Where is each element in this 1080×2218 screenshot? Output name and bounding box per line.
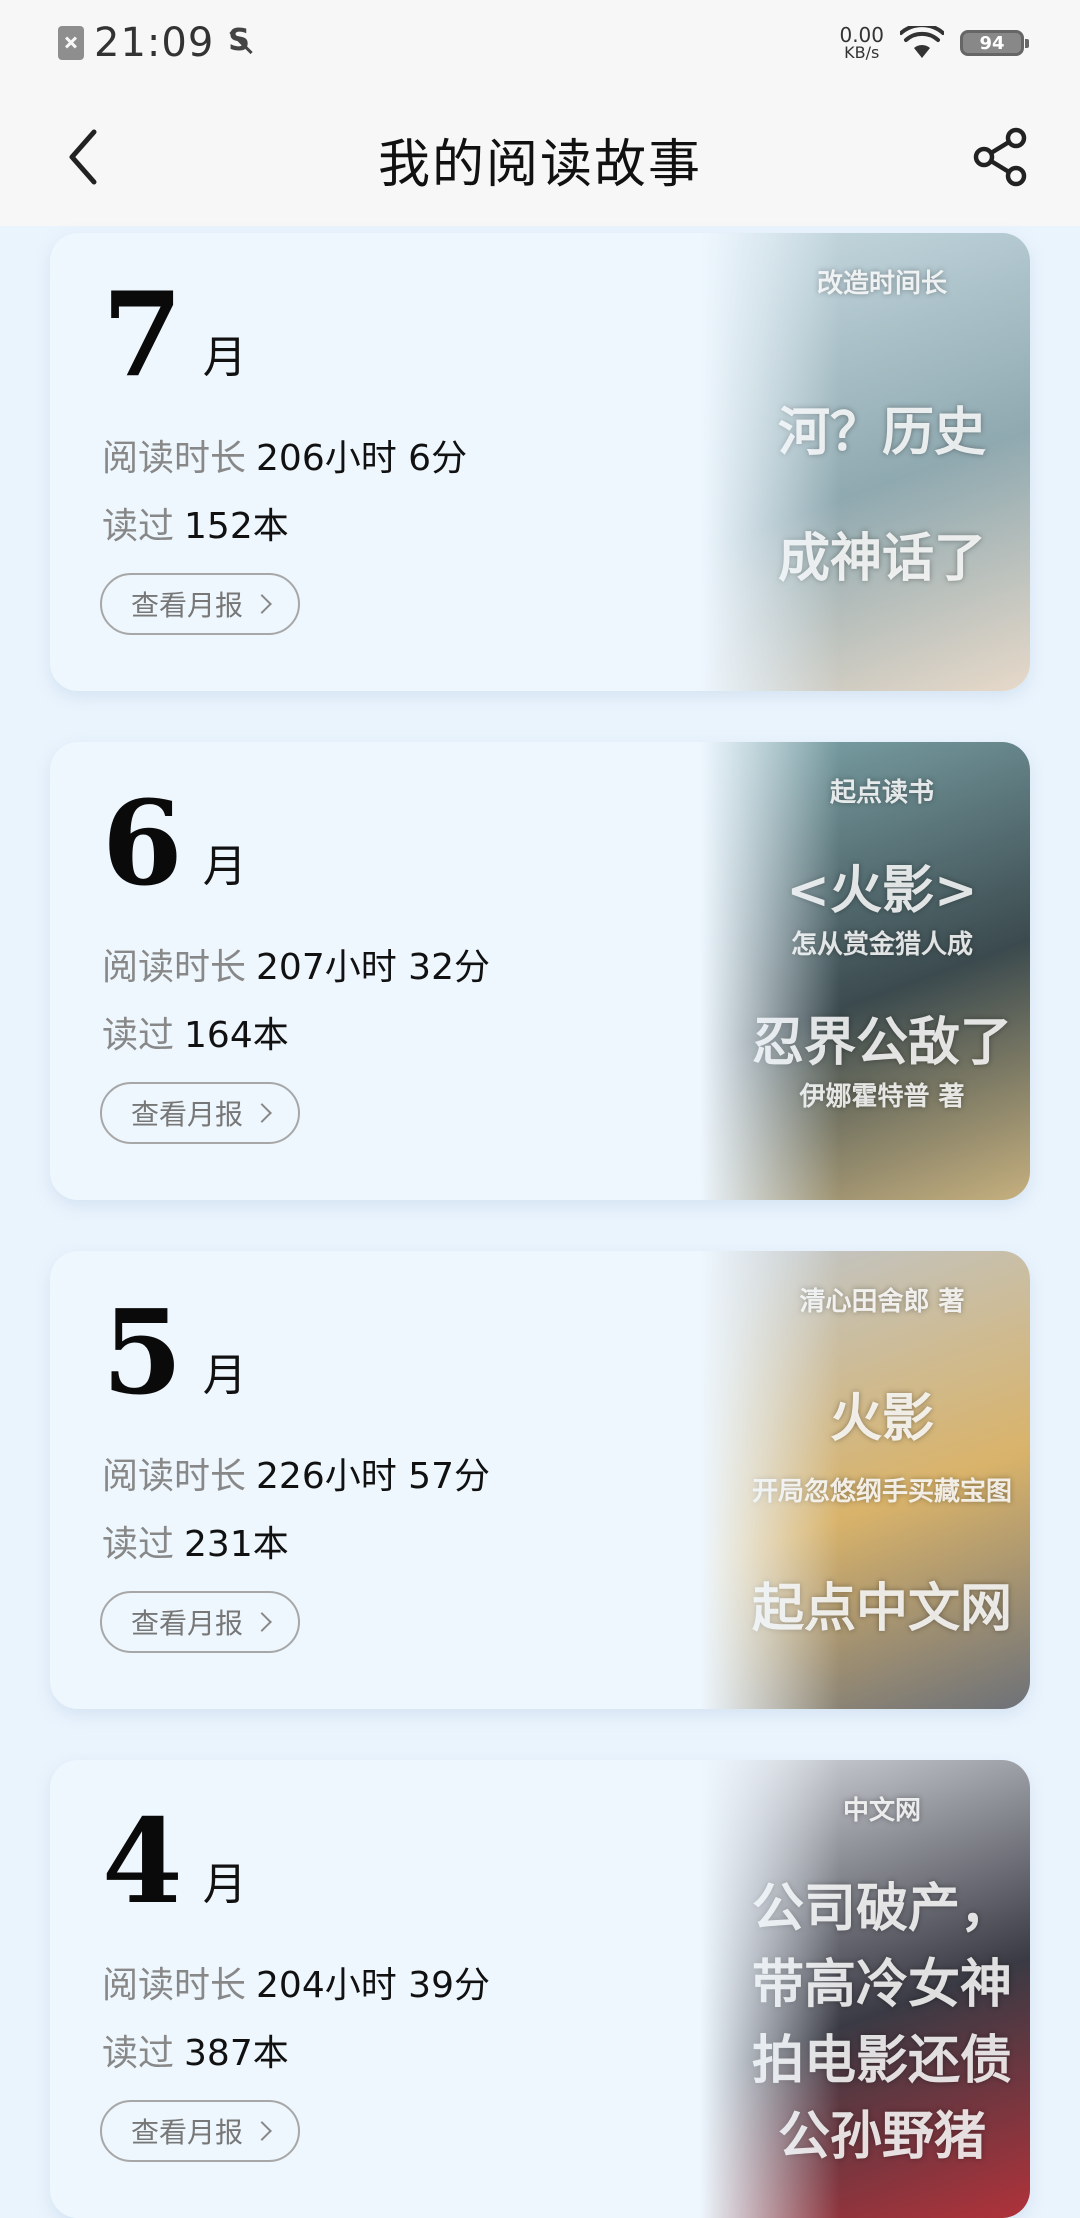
- sim-off-icon: [58, 26, 84, 60]
- books-read: 读过 152本: [102, 497, 289, 549]
- book-cover: 中文网公司破产， 带高冷女神拍电影还债公孙野猪: [700, 1760, 1030, 2218]
- month-number: 6: [102, 776, 183, 912]
- cover-title-text: 改造时间长: [816, 269, 947, 299]
- books-read-value: 387本: [184, 2033, 289, 2074]
- status-bar: 21:09 S 0.00 KB/s 94: [0, 0, 1080, 86]
- month-heading: 4 月: [102, 1804, 247, 1920]
- share-icon: [973, 127, 1027, 187]
- view-monthly-report-button[interactable]: 查看月报: [100, 2100, 300, 2162]
- battery-icon: 94: [960, 30, 1029, 56]
- books-read: 读过 164本: [102, 1006, 289, 1058]
- view-monthly-report-button[interactable]: 查看月报: [100, 1591, 300, 1653]
- network-speed-value: 0.00: [839, 23, 884, 47]
- cover-title-text: 成神话了: [777, 528, 986, 590]
- cover-title-text: 拍电影还债: [751, 2030, 1012, 2091]
- month-unit: 月: [202, 841, 247, 892]
- month-unit: 月: [202, 1350, 247, 1401]
- cover-title-text: <火影>: [786, 860, 978, 921]
- network-speed-unit: KB/s: [844, 43, 880, 62]
- month-number: 7: [102, 267, 183, 403]
- cover-title-text: 开局忽悠纲手买藏宝图: [751, 1477, 1012, 1507]
- page-title: 我的阅读故事: [377, 135, 702, 195]
- reading-duration-label: 阅读时长: [102, 1456, 247, 1497]
- chevron-right-icon: [252, 1612, 272, 1632]
- chevron-right-icon: [252, 2121, 272, 2141]
- status-left: 21:09 S: [58, 20, 256, 66]
- nav-bar: 我的阅读故事: [0, 86, 1080, 226]
- month-heading: 5 月: [102, 1295, 247, 1411]
- cover-title-text: 火影: [829, 1388, 934, 1449]
- no-sim-glyph-icon: S: [224, 23, 256, 59]
- cover-title-text: 中文网: [842, 1796, 921, 1826]
- month-heading: 7 月: [102, 277, 247, 393]
- reading-duration-label: 阅读时长: [102, 1965, 247, 2006]
- report-button-label: 查看月报: [130, 1607, 243, 1640]
- books-read-label: 读过: [102, 1015, 175, 1056]
- books-read-label: 读过: [102, 2033, 175, 2074]
- book-cover: 改造时间长河？历史成神话了: [700, 233, 1030, 691]
- reading-duration-value: 207小时 32分: [256, 947, 490, 988]
- cover-title-text: 忍界公敌了: [751, 1012, 1012, 1073]
- book-cover: 起点读书 <火影> 怎从赏金猎人成忍界公敌了伊娜霍特普 著: [700, 742, 1030, 1200]
- status-time: 21:09: [94, 20, 215, 66]
- network-speed: 0.00 KB/s: [839, 25, 884, 61]
- view-monthly-report-button[interactable]: 查看月报: [100, 573, 300, 635]
- reading-duration: 阅读时长 206小时 6分: [102, 429, 467, 481]
- month-number: 4: [102, 1794, 183, 1930]
- books-read: 读过 231本: [102, 1515, 289, 1567]
- month-unit: 月: [202, 1859, 247, 1910]
- month-card[interactable]: 起点读书 <火影> 怎从赏金猎人成忍界公敌了伊娜霍特普 著 6 月 阅读时长 207小…: [50, 742, 1030, 1200]
- reading-duration-label: 阅读时长: [102, 438, 247, 479]
- month-number: 5: [102, 1285, 183, 1421]
- cover-title-text: 带高冷女神: [751, 1954, 1012, 2015]
- reading-duration-value: 206小时 6分: [256, 438, 468, 479]
- month-heading: 6 月: [102, 786, 247, 902]
- cover-title-text: 河？历史: [777, 401, 986, 463]
- cover-title-text: 伊娜霍特普 著: [799, 1082, 965, 1112]
- cover-title-text: 怎从赏金猎人成: [790, 930, 973, 960]
- share-button[interactable]: [966, 122, 1036, 192]
- report-button-label: 查看月报: [130, 1098, 243, 1131]
- status-right: 0.00 KB/s 94: [839, 20, 1029, 66]
- reading-duration: 阅读时长 226小时 57分: [102, 1447, 490, 1499]
- books-read: 读过 387本: [102, 2024, 289, 2076]
- reading-duration-value: 204小时 39分: [256, 1965, 490, 2006]
- books-read-label: 读过: [102, 1524, 175, 1565]
- cover-title-text: 公司破产，: [751, 1878, 1012, 1939]
- month-card[interactable]: 改造时间长河？历史成神话了 7 月 阅读时长 206小时 6分 读过 152本 查看…: [50, 233, 1030, 691]
- book-cover: 清心田舍郎 著火影开局忽悠纲手买藏宝图起点中文网: [700, 1251, 1030, 1709]
- report-button-label: 查看月报: [130, 2116, 243, 2149]
- wifi-icon: [900, 26, 944, 58]
- month-card[interactable]: 清心田舍郎 著火影开局忽悠纲手买藏宝图起点中文网 5 月 阅读时长 226小时 5…: [50, 1251, 1030, 1709]
- month-card[interactable]: 中文网公司破产， 带高冷女神拍电影还债公孙野猪 4 月 阅读时长 204小时 39分…: [50, 1760, 1030, 2218]
- books-read-value: 152本: [184, 506, 289, 547]
- reading-duration: 阅读时长 204小时 39分: [102, 1956, 490, 2008]
- report-button-label: 查看月报: [130, 589, 243, 622]
- cover-title-text: 公孙野猪: [777, 2106, 986, 2167]
- books-read-value: 231本: [184, 1524, 289, 1565]
- view-monthly-report-button[interactable]: 查看月报: [100, 1082, 300, 1144]
- reading-duration-label: 阅读时长: [102, 947, 247, 988]
- books-read-label: 读过: [102, 506, 175, 547]
- reading-duration: 阅读时长 207小时 32分: [102, 938, 490, 990]
- reading-duration-value: 226小时 57分: [256, 1456, 490, 1497]
- cover-title-text: 起点读书: [829, 778, 934, 808]
- battery-level: 94: [979, 32, 1005, 54]
- chevron-right-icon: [252, 1103, 272, 1123]
- month-unit: 月: [202, 332, 247, 383]
- chevron-right-icon: [252, 594, 272, 614]
- cover-title-text: 清心田舍郎 著: [799, 1287, 965, 1317]
- cover-title-text: 起点中文网: [751, 1578, 1012, 1639]
- books-read-value: 164本: [184, 1015, 289, 1056]
